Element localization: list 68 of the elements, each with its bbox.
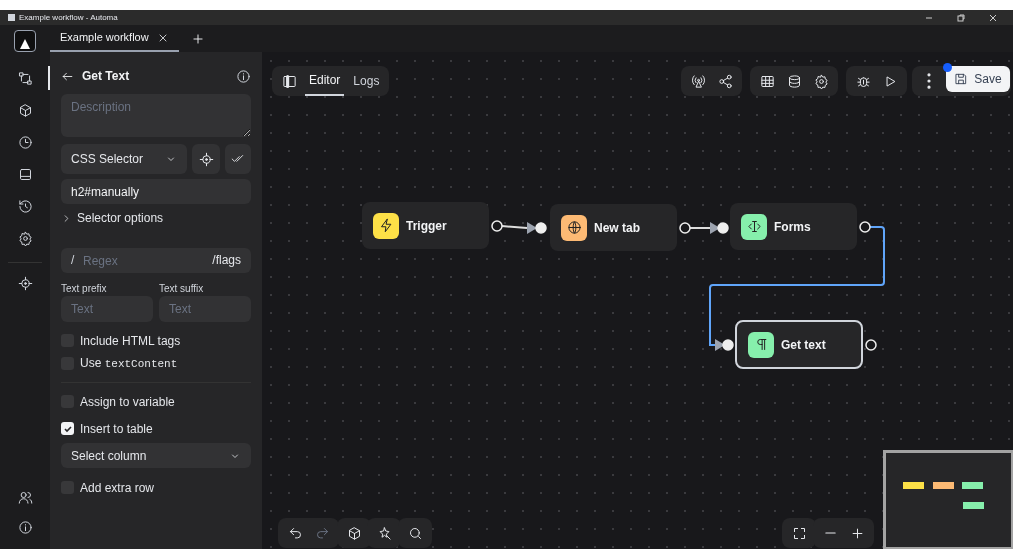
logo-icon[interactable] <box>14 30 36 52</box>
selector-field[interactable]: h2#manually <box>61 179 251 204</box>
app-icon <box>8 14 15 21</box>
kebab-icon <box>927 73 931 89</box>
description-field[interactable]: Description <box>61 94 251 137</box>
workflow-icon[interactable] <box>17 70 33 86</box>
table-icon <box>759 73 775 89</box>
text-prefix-field[interactable]: Text <box>61 296 153 322</box>
connection-handle[interactable] <box>491 220 503 232</box>
text-suffix-field[interactable]: Text <box>159 296 251 322</box>
selector-options-toggle[interactable]: Selector options <box>61 209 251 227</box>
connection-handle[interactable] <box>535 222 547 234</box>
history-icon[interactable] <box>17 198 33 214</box>
workflow-node[interactable]: Get text <box>735 320 863 369</box>
minus-icon <box>824 532 836 534</box>
database-icon <box>786 73 802 89</box>
view-tab[interactable]: Logs <box>349 66 384 96</box>
sidebar-icon <box>281 73 297 89</box>
save-icon <box>954 72 969 86</box>
connection-handle[interactable] <box>717 222 729 234</box>
info-icon[interactable] <box>236 68 251 84</box>
field-label: Text suffix <box>159 282 205 294</box>
field-label: Text prefix <box>61 282 108 294</box>
settings-icon <box>813 73 829 89</box>
regex-prefix: / <box>71 253 75 268</box>
view-tab[interactable]: Editor <box>305 66 345 96</box>
workflow-node[interactable]: Trigger <box>362 202 489 249</box>
share-icon <box>717 73 733 89</box>
antenna-icon <box>690 73 706 89</box>
target-icon[interactable] <box>17 275 33 291</box>
checkbox-label[interactable]: Include HTML tags <box>80 331 181 350</box>
package-icon[interactable] <box>17 102 33 118</box>
column-dropdown[interactable]: Select column <box>61 443 251 468</box>
fullscreen-icon <box>791 525 807 541</box>
window-title: Example workflow - Automa <box>19 11 118 24</box>
edge <box>501 222 537 234</box>
redo-icon <box>314 525 330 541</box>
settings-icon[interactable] <box>17 230 33 246</box>
workflow-node[interactable]: New tab <box>550 204 677 251</box>
checkbox-label[interactable]: Add extra row <box>80 478 155 497</box>
workflow-node[interactable]: Forms <box>730 203 857 250</box>
checkbox[interactable] <box>61 422 74 435</box>
plus-icon <box>849 525 865 541</box>
checkbox-label[interactable]: Assign to variable <box>80 392 175 411</box>
info-icon[interactable] <box>17 519 33 535</box>
sparkle-icon <box>376 525 392 541</box>
regex-flags: /flags <box>212 253 241 268</box>
search-icon <box>407 525 423 541</box>
save-button[interactable]: Save <box>946 66 1010 92</box>
minimap-drawing[interactable] <box>883 450 1013 549</box>
target-icon <box>198 151 214 167</box>
add-tab-icon[interactable] <box>190 31 205 46</box>
element-picker-button[interactable] <box>192 144 220 174</box>
selector-type-dropdown[interactable]: CSS Selector <box>61 144 187 174</box>
checkbox-label[interactable]: Insert to table <box>80 419 153 438</box>
users-icon[interactable] <box>17 489 33 505</box>
storage-icon[interactable] <box>17 166 33 182</box>
undo-icon <box>287 525 303 541</box>
connection-handle[interactable] <box>679 222 691 234</box>
connection-handle[interactable] <box>865 339 877 351</box>
checkbox-label[interactable]: Use textContent <box>80 354 178 373</box>
back-button[interactable]: Get Text <box>61 67 130 85</box>
close-icon[interactable] <box>989 13 997 22</box>
connection-handle[interactable] <box>722 339 734 351</box>
cube-icon <box>346 525 362 541</box>
connection-handle[interactable] <box>859 221 871 233</box>
clock-icon[interactable] <box>17 134 33 150</box>
restore-icon[interactable] <box>957 13 965 22</box>
